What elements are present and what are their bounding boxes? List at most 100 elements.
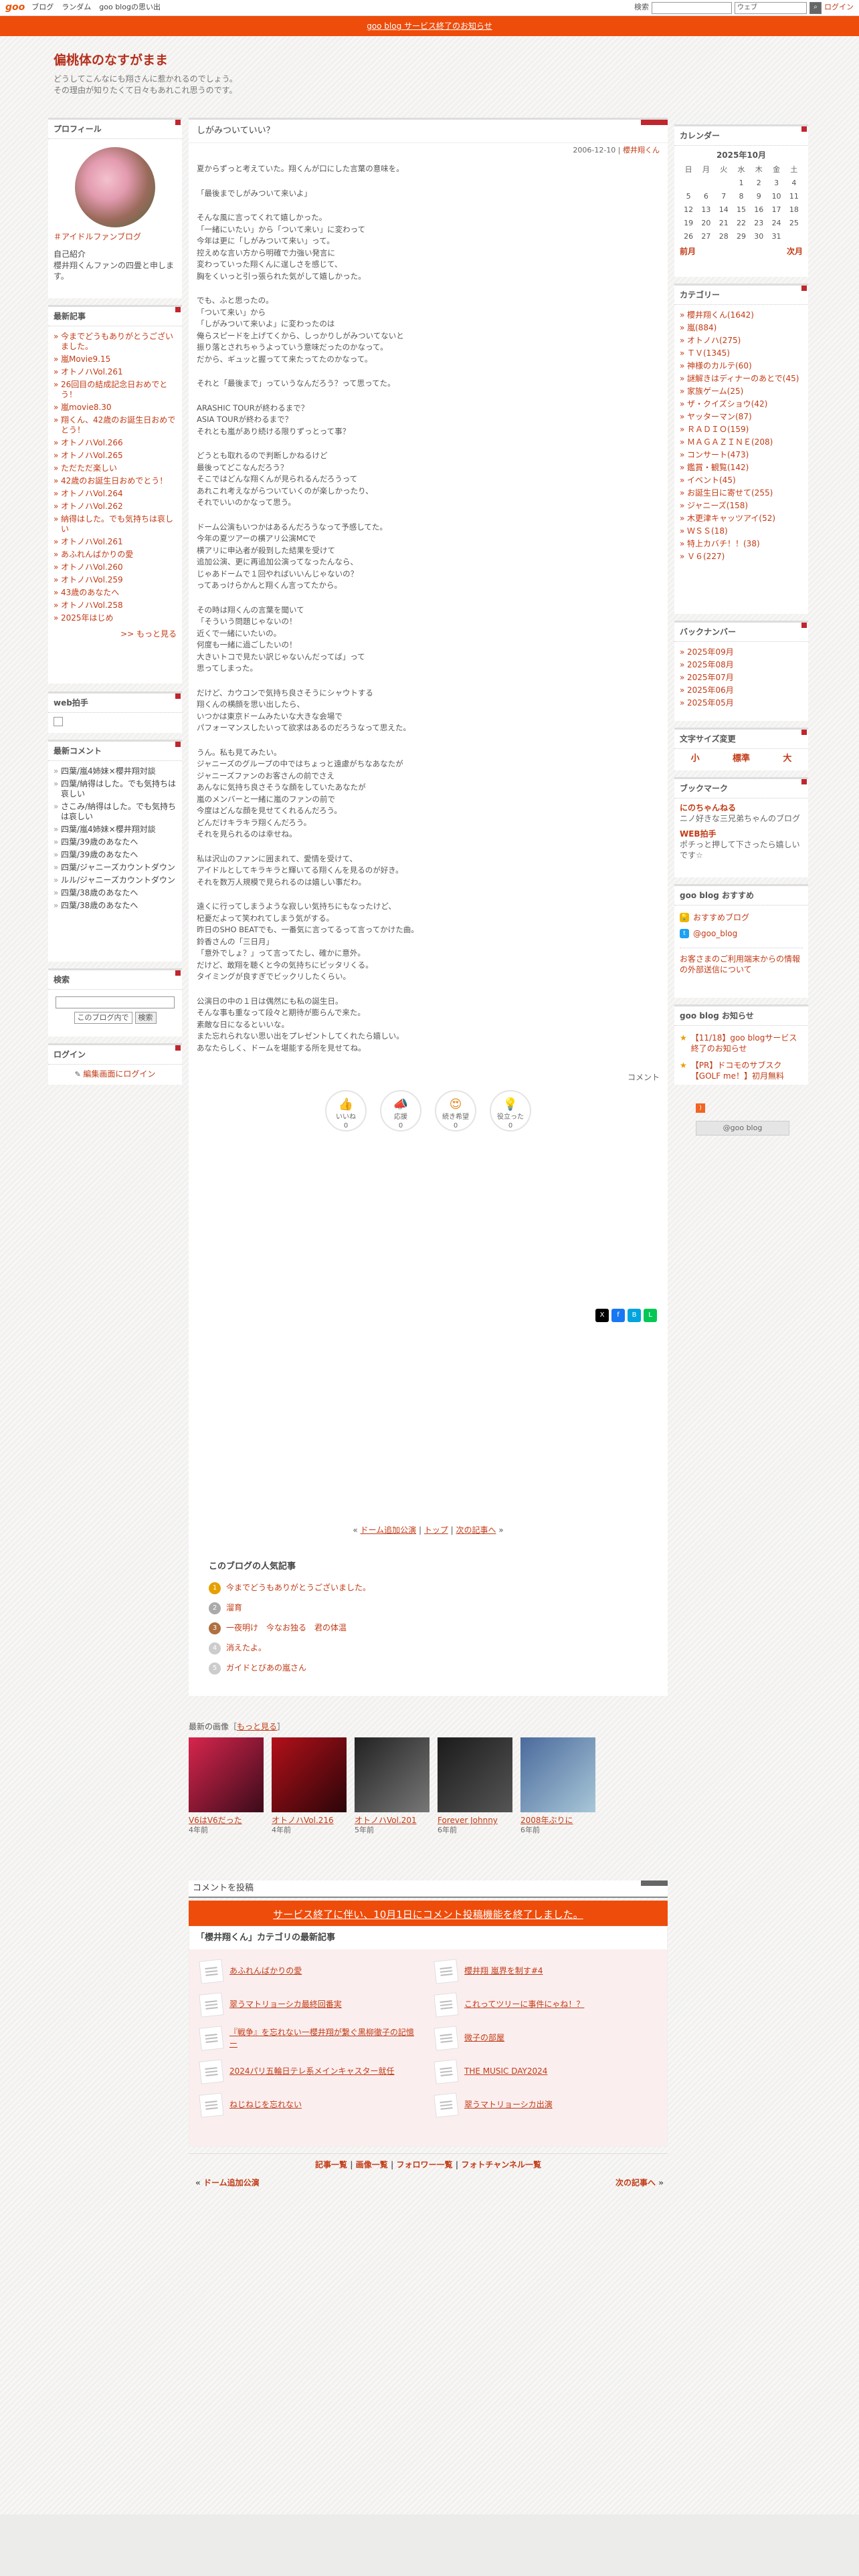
post-title[interactable]: しがみついていい？	[189, 120, 668, 143]
edit-login-link[interactable]: 編集画面にログイン	[83, 1069, 155, 1079]
calendar-day[interactable]: 22	[733, 217, 750, 230]
calendar-day[interactable]: 8	[733, 190, 750, 203]
category-link[interactable]: お誕生日に寄せて(255)	[687, 488, 773, 498]
goo-logo[interactable]: goo	[5, 1, 25, 14]
comment-ended-link[interactable]: サービス終了に伴い、10月1日にコメント投稿機能を終了しました。	[273, 1909, 583, 1921]
top-search-input[interactable]	[652, 1, 732, 14]
category-link[interactable]: Ｖ６(227)	[687, 552, 725, 561]
recent-post-link[interactable]: 42歳のお誕生日おめでとう！	[61, 476, 167, 486]
calendar-prev[interactable]: 前月	[680, 246, 696, 257]
calendar-day[interactable]: 20	[697, 217, 714, 230]
goo-pr-link[interactable]: 【PR】ドコモのサブスク【GOLF me！】初月無料	[691, 1060, 803, 1081]
recent-post-link[interactable]: 今までどうもありがとうございました。	[61, 332, 173, 351]
facebook-share-icon[interactable]: f	[611, 1309, 625, 1322]
blog-search-input[interactable]	[56, 996, 175, 1009]
comment-label[interactable]: コメント	[189, 1072, 668, 1083]
calendar-day[interactable]: 4	[785, 177, 803, 190]
category-link[interactable]: イベント(45)	[687, 475, 736, 485]
goo-notice-link[interactable]: 【11/18】goo blogサービス終了のお知らせ	[691, 1033, 803, 1054]
post-category[interactable]: 櫻井翔くん	[623, 146, 660, 154]
recent-image-item[interactable]: Forever Johnny 6年前	[438, 1737, 512, 1836]
recent-post-link[interactable]: 嵐movie8.30	[61, 403, 112, 412]
category-post-link[interactable]: あふれんばかりの愛	[229, 1965, 302, 1976]
category-post-link[interactable]: 翠うマトリョーシカ最終回番実	[229, 1999, 342, 2010]
popular-post-link[interactable]: 一夜明け 今なお独る 君の体温	[226, 1622, 347, 1633]
backnumber-link[interactable]: 2025年05月	[687, 698, 734, 708]
category-post-link[interactable]: ねじねじを忘れない	[229, 2099, 302, 2110]
nav-top-link[interactable]: トップ	[424, 1525, 448, 1535]
category-post-link[interactable]: 櫻井翔 嵐界を制す#4	[464, 1965, 543, 1976]
calendar-day[interactable]: 14	[715, 203, 733, 217]
calendar-day[interactable]: 10	[767, 190, 785, 203]
popular-post-link[interactable]: ガイドとびあの嵐さん	[226, 1662, 306, 1673]
font-size-normal[interactable]: 標準	[733, 753, 750, 765]
recent-image-title[interactable]: オトノハVol.201	[355, 1815, 430, 1826]
calendar-day[interactable]: 5	[680, 190, 697, 203]
footer-prev-link[interactable]: ドーム追加公演	[203, 2178, 260, 2187]
calendar-day[interactable]: 17	[767, 203, 785, 217]
recent-image[interactable]	[189, 1737, 264, 1813]
recent-post-link[interactable]: 43歳のあなたへ	[61, 588, 119, 597]
reaction-button[interactable]: 😍 続き希望 0	[435, 1089, 476, 1132]
recent-image[interactable]	[520, 1737, 595, 1813]
category-post-link[interactable]: 『戦争』を忘れない一櫻井翔が繋ぐ黒柳徹子の記憶ー	[229, 2027, 421, 2048]
calendar-day[interactable]: 9	[750, 190, 767, 203]
calendar-day[interactable]: 7	[715, 190, 733, 203]
login-link[interactable]: ログイン	[824, 3, 854, 13]
category-link[interactable]: オトノハ(275)	[687, 336, 741, 345]
calendar-day[interactable]: 16	[750, 203, 767, 217]
recent-comment-link[interactable]: 四葉/39歳のあなたへ	[61, 850, 138, 859]
recent-post-link[interactable]: 2025年はじめ	[61, 613, 114, 623]
nav-prev-link[interactable]: ドーム追加公演	[360, 1525, 416, 1535]
recent-image[interactable]	[272, 1737, 347, 1813]
recent-comment-link[interactable]: 四葉/嵐4姉妹×櫻井翔対談	[61, 825, 156, 834]
category-post-link[interactable]: THE MUSIC DAY2024	[464, 2066, 547, 2076]
category-link[interactable]: ＴＶ(1345)	[687, 348, 730, 358]
recent-images-more[interactable]: もっと見る	[237, 1722, 277, 1731]
category-link[interactable]: 謎解きはディナーのあとで(45)	[687, 374, 799, 383]
recent-image-title[interactable]: オトノハVol.216	[272, 1815, 347, 1826]
search-icon[interactable]: ⌕	[809, 1, 822, 14]
recent-image-item[interactable]: V6はV6だった 4年前	[189, 1737, 264, 1836]
font-size-small[interactable]: 小	[691, 753, 700, 765]
recent-post-link[interactable]: ただただ楽しい	[61, 463, 117, 473]
category-link[interactable]: 鑑賞・観覧(142)	[687, 463, 749, 472]
nav-next-link[interactable]: 次の記事へ	[456, 1525, 496, 1535]
calendar-day[interactable]: 28	[715, 230, 733, 243]
recent-comment-link[interactable]: ルル/ジャニーズカウントダウン	[61, 875, 175, 885]
category-post-link[interactable]: 2024パリ五輪日テレ系メインキャスター就任	[229, 2066, 395, 2076]
search-type-select[interactable]: ウェブ	[735, 1, 807, 14]
backnumber-link[interactable]: 2025年07月	[687, 673, 734, 682]
recent-post-link[interactable]: オトノハVol.261	[61, 367, 123, 377]
footer-next-link[interactable]: 次の記事へ	[615, 2178, 656, 2187]
recent-comment-link[interactable]: 四葉/39歳のあなたへ	[61, 837, 138, 847]
popular-post-link[interactable]: 今までどうもありがとうございました。	[226, 1582, 371, 1593]
topnav-random[interactable]: ランダム	[62, 3, 91, 13]
profile-fan-link[interactable]: ＃アイドルファンブログ	[54, 231, 177, 242]
x-share-icon[interactable]: X	[595, 1309, 609, 1322]
topnav-memories[interactable]: goo blogの思い出	[99, 3, 161, 13]
category-link[interactable]: ヤッターマン(87)	[687, 412, 752, 421]
category-link[interactable]: ＲＡＤＩＯ(159)	[687, 425, 749, 434]
calendar-day[interactable]: 25	[785, 217, 803, 230]
category-post-link[interactable]: これってツリーに事件にゃね！？	[464, 1999, 584, 2010]
search-scope-select[interactable]: このブログ内で	[74, 1011, 132, 1025]
calendar-day[interactable]: 11	[785, 190, 803, 203]
calendar-day[interactable]: 31	[767, 230, 785, 243]
recent-image-item[interactable]: オトノハVol.201 5年前	[355, 1737, 430, 1836]
category-link[interactable]: 嵐(884)	[687, 323, 717, 332]
footer-images-list[interactable]: 画像一覧	[356, 2160, 388, 2169]
recent-post-link[interactable]: 納得はした。でも気持ちは哀しい	[61, 514, 173, 534]
recent-image-title[interactable]: 2008年ぶりに	[520, 1815, 595, 1826]
reaction-button[interactable]: 💡 役立った 0	[490, 1089, 531, 1132]
recent-comment-link[interactable]: 四葉/ジャニーズカウントダウン	[61, 863, 175, 872]
calendar-day[interactable]: 6	[697, 190, 714, 203]
footer-photo-channel[interactable]: フォトチャンネル一覧	[461, 2160, 541, 2169]
recent-image-item[interactable]: 2008年ぶりに 6年前	[520, 1737, 595, 1836]
recent-post-link[interactable]: オトノハVol.266	[61, 438, 123, 447]
recent-comment-link[interactable]: さこみ/納得はした。でも気持ちは哀しい	[61, 802, 176, 821]
calendar-day[interactable]: 19	[680, 217, 697, 230]
backnumber-link[interactable]: 2025年06月	[687, 685, 734, 695]
bookmark-link[interactable]: WEB拍手	[680, 829, 803, 839]
recent-post-link[interactable]: 26回目の結成記念日おめでとう！	[61, 380, 167, 399]
